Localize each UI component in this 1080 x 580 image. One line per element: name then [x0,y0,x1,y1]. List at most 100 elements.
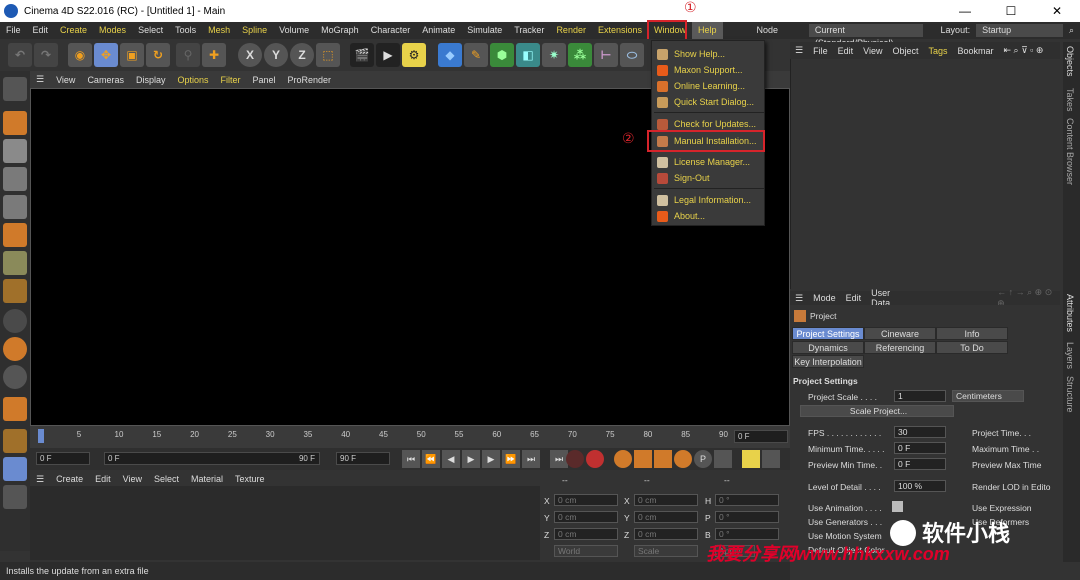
z-axis-icon[interactable]: Z [290,43,314,67]
menu-tracker[interactable]: Tracker [508,22,550,39]
undo-icon[interactable]: ↶ [8,43,32,67]
project-scale-field[interactable]: 1 [894,390,946,402]
object-toolbar-icons[interactable]: ⇤ ⌕ ⊽ ▫ ⊕ [999,45,1049,56]
scale-project-button[interactable]: Scale Project... [800,405,954,417]
menu-modes[interactable]: Modes [93,22,132,39]
tab-referencing[interactable]: Referencing [864,341,936,354]
coordinate-space-select[interactable]: World [554,545,618,557]
min-time-field[interactable]: 0 F [894,442,946,454]
tab-content-browser[interactable]: Content Browser [1065,118,1075,185]
material-menu-view[interactable]: View [117,474,148,484]
make-editable-icon[interactable] [3,77,27,101]
snap-settings-icon[interactable] [3,337,27,361]
array-icon[interactable]: ⁂ [568,43,592,67]
tab-info[interactable]: Info [936,327,1008,340]
magnet-icon[interactable] [3,397,27,421]
object-menu-file[interactable]: File [808,46,833,56]
viewport-hamburger-icon[interactable]: ☰ [30,74,50,85]
material-manager-area[interactable] [30,486,540,560]
search-icon[interactable]: ⌕ [1063,22,1080,39]
menu-create[interactable]: Create [54,22,93,39]
object-menu-bookmarks[interactable]: Bookmar [953,46,999,56]
attributes-hamburger-icon[interactable]: ☰ [790,293,808,304]
snap-icon[interactable] [3,309,27,333]
points-mode-icon[interactable] [3,167,27,191]
menu-item-sign-out[interactable]: Sign-Out [654,170,764,186]
subdivision-icon[interactable]: ⬢ [490,43,514,67]
viewport-menu-view[interactable]: View [50,75,81,85]
live-select-icon[interactable]: ◉ [68,43,92,67]
timeline-playhead[interactable] [38,429,44,443]
size-x-field[interactable]: 0 cm [634,494,698,506]
layout-select[interactable]: Startup [976,24,1063,37]
menu-extensions[interactable]: Extensions [592,22,648,39]
render-picture-viewer-icon[interactable]: ▶ [376,43,400,67]
pen-icon[interactable]: ✎ [464,43,488,67]
material-menu-texture[interactable]: Texture [229,474,271,484]
menu-edit[interactable]: Edit [27,22,55,39]
minimize-button[interactable]: — [942,0,988,22]
menu-item-maxon-support[interactable]: Maxon Support... [654,62,764,78]
play-icon[interactable]: ▶ [462,450,480,468]
scheme-icon[interactable] [742,450,760,468]
parameter-key-icon[interactable]: P [694,450,712,468]
object-menu-edit[interactable]: Edit [833,46,859,56]
maximize-button[interactable]: ☐ [988,0,1034,22]
menu-render[interactable]: Render [550,22,592,39]
node-space-select[interactable]: Current (Standard/Physical) [808,24,923,48]
previous-frame-icon[interactable]: ◀ [442,450,460,468]
rotation-key-icon[interactable] [674,450,692,468]
keyframe-selection-icon[interactable] [614,450,632,468]
go-to-start-icon[interactable]: ⏮ [402,450,420,468]
object-hamburger-icon[interactable]: ☰ [790,45,808,56]
menu-select[interactable]: Select [132,22,169,39]
pos-y-field[interactable]: 0 cm [554,511,618,523]
previous-key-icon[interactable]: ⏪ [422,450,440,468]
menu-volume[interactable]: Volume [273,22,315,39]
menu-item-quick-start[interactable]: Quick Start Dialog... [654,94,764,110]
rot-b-field[interactable]: 0 ° [715,528,779,540]
viewport-menu-filter[interactable]: Filter [215,75,247,85]
uv-mode-icon[interactable] [3,251,27,275]
record-active-icon[interactable] [566,450,584,468]
floor-icon[interactable]: ⬭ [620,43,644,67]
menu-help[interactable]: Help [692,22,723,39]
tab-attributes[interactable]: Attributes [1065,294,1075,332]
close-button[interactable]: ✕ [1034,0,1080,22]
rot-p-field[interactable]: 0 ° [715,511,779,523]
menu-animate[interactable]: Animate [416,22,461,39]
object-menu-view[interactable]: View [858,46,887,56]
preview-min-field[interactable]: 0 F [894,458,946,470]
go-to-end-icon[interactable]: ⏭ [522,450,540,468]
render-settings-icon[interactable]: ⚙ [402,43,426,67]
scale-icon[interactable]: ▣ [120,43,144,67]
extrude-icon[interactable]: ◧ [516,43,540,67]
start-frame-field[interactable]: 0 F [36,452,90,465]
scale-key-icon[interactable] [654,450,672,468]
menu-spline[interactable]: Spline [236,22,273,39]
pos-z-field[interactable]: 0 cm [554,528,618,540]
material-menu-material[interactable]: Material [185,474,229,484]
end-frame-field[interactable]: 90 F [336,452,390,465]
workplane-icon[interactable] [3,279,27,303]
current-frame-field[interactable]: 0 F [734,430,788,443]
next-frame-icon[interactable]: ▶ [482,450,500,468]
material-menu-edit[interactable]: Edit [89,474,117,484]
menu-item-online-learning[interactable]: Online Learning... [654,78,764,94]
point-level-icon[interactable] [714,450,732,468]
menu-simulate[interactable]: Simulate [461,22,508,39]
viewport-menu-panel[interactable]: Panel [247,75,282,85]
attributes-menu-mode[interactable]: Mode [808,293,841,303]
menu-tools[interactable]: Tools [169,22,202,39]
timeline-ruler[interactable]: 051015202530354045505560657075808590 0 F [30,426,790,448]
fps-field[interactable]: 30 [894,426,946,438]
use-animation-checkbox[interactable] [892,501,903,512]
lod-field[interactable]: 100 % [894,480,946,492]
lock-workplane-icon[interactable] [3,457,27,481]
viewport-menu-options[interactable]: Options [171,75,214,85]
next-key-icon[interactable]: ⏩ [502,450,520,468]
axis-icon[interactable] [3,485,27,509]
tab-structure[interactable]: Structure [1065,376,1075,413]
menu-mesh[interactable]: Mesh [202,22,236,39]
menu-file[interactable]: File [0,22,27,39]
